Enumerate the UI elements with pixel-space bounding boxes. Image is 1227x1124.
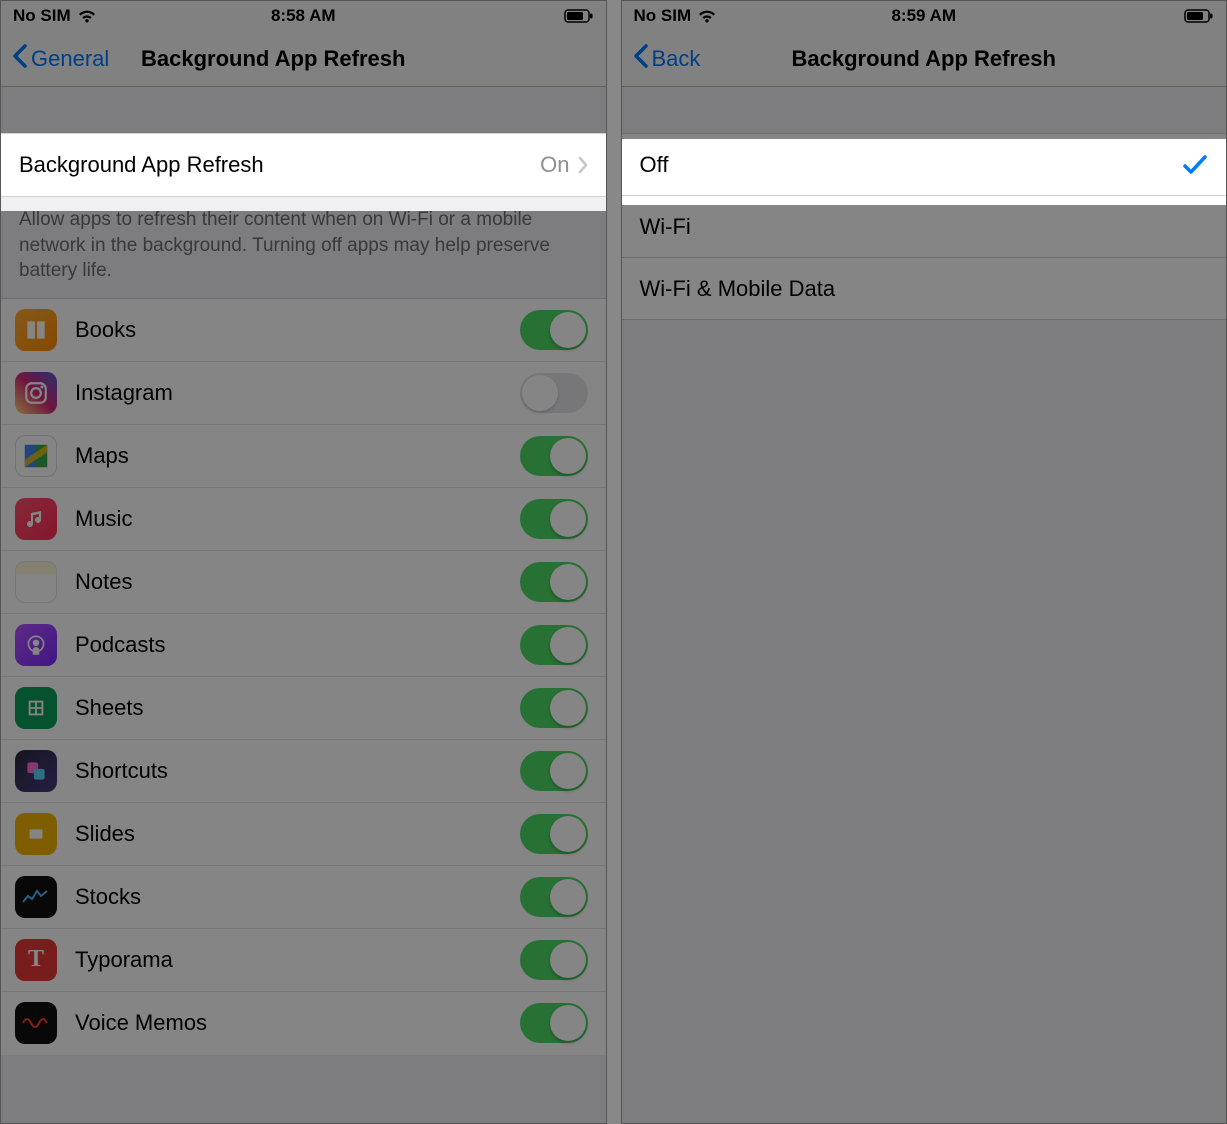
app-row: Slides [1,803,606,866]
option-label: Wi-Fi [640,214,691,240]
nav-bar: Back Background App Refresh [622,31,1227,87]
app-label: Instagram [75,380,173,406]
carrier-label: No SIM [634,6,692,26]
section-footer: Allow apps to refresh their content when… [1,197,606,298]
app-label: Podcasts [75,632,166,658]
books-icon [15,309,57,351]
battery-icon [564,9,594,23]
podcasts-icon [15,624,57,666]
app-toggle[interactable] [520,310,588,350]
carrier-label: No SIM [13,6,71,26]
phone-right: No SIM 8:59 AM Back Background App Refre… [621,0,1227,1124]
section-spacer [622,87,1227,133]
stocks-icon [15,876,57,918]
background-app-refresh-cell[interactable]: Background App Refresh On [1,133,606,197]
app-toggle[interactable] [520,877,588,917]
app-toggle[interactable] [520,751,588,791]
app-row: Voice Memos [1,992,606,1055]
clock: 8:58 AM [271,6,336,26]
app-list: Books Instagram Maps Music Notes Podcasts Shee… [1,298,606,1055]
section-spacer [1,87,606,133]
option-label: Off [640,152,669,178]
app-row: Sheets [1,677,606,740]
app-row: T Typorama [1,929,606,992]
clock: 8:59 AM [891,6,956,26]
app-label: Typorama [75,947,173,973]
back-button[interactable]: General [11,44,109,74]
chevron-left-icon [632,44,648,74]
app-label: Sheets [75,695,144,721]
app-label: Voice Memos [75,1010,207,1036]
app-label: Stocks [75,884,141,910]
app-row: Stocks [1,866,606,929]
app-toggle[interactable] [520,373,588,413]
instagram-icon [15,372,57,414]
chevron-left-icon [11,44,27,74]
app-label: Music [75,506,132,532]
app-toggle[interactable] [520,940,588,980]
phone-left: No SIM 8:58 AM General Background App Re… [0,0,607,1124]
chevron-right-icon [578,156,588,174]
music-icon [15,498,57,540]
page-title: Background App Refresh [792,46,1056,72]
app-label: Books [75,317,136,343]
app-toggle[interactable] [520,625,588,665]
slides-icon [15,813,57,855]
app-row: Books [1,299,606,362]
cell-value: On [540,152,569,178]
app-row: Podcasts [1,614,606,677]
back-button[interactable]: Back [632,44,701,74]
app-row: Music [1,488,606,551]
app-toggle[interactable] [520,1003,588,1043]
wifi-icon [697,9,717,24]
typorama-icon: T [15,939,57,981]
wifi-icon [77,9,97,24]
app-label: Maps [75,443,129,469]
option-list: Off Wi-Fi Wi-Fi & Mobile Data [622,133,1227,320]
app-row: Instagram [1,362,606,425]
option-row[interactable]: Wi-Fi [622,196,1227,258]
option-row[interactable]: Off [622,134,1227,196]
back-label: Back [652,46,701,72]
voicememos-icon [15,1002,57,1044]
option-row[interactable]: Wi-Fi & Mobile Data [622,258,1227,320]
app-label: Shortcuts [75,758,168,784]
shortcuts-icon [15,750,57,792]
app-row: Shortcuts [1,740,606,803]
maps-icon [15,435,57,477]
status-bar: No SIM 8:58 AM [1,1,606,31]
app-row: Maps [1,425,606,488]
app-toggle[interactable] [520,688,588,728]
option-label: Wi-Fi & Mobile Data [640,276,836,302]
page-title: Background App Refresh [141,46,405,72]
battery-icon [1184,9,1214,23]
app-toggle[interactable] [520,814,588,854]
app-label: Slides [75,821,135,847]
notes-icon [15,561,57,603]
status-bar: No SIM 8:59 AM [622,1,1227,31]
cell-label: Background App Refresh [19,152,264,178]
app-toggle[interactable] [520,499,588,539]
checkmark-icon [1182,154,1208,176]
sheets-icon [15,687,57,729]
app-label: Notes [75,569,132,595]
nav-bar: General Background App Refresh [1,31,606,87]
app-row: Notes [1,551,606,614]
app-toggle[interactable] [520,562,588,602]
app-toggle[interactable] [520,436,588,476]
back-label: General [31,46,109,72]
